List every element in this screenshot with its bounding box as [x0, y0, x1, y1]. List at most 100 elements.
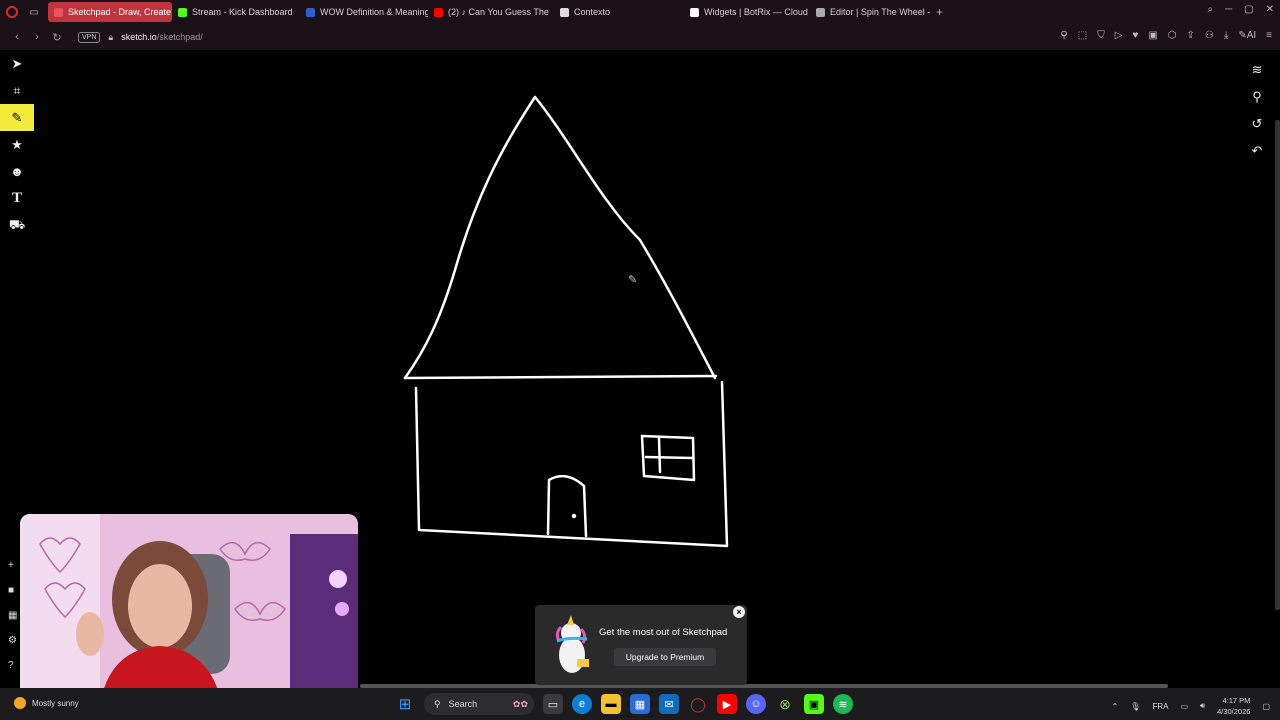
download-icon[interactable]: ⤓ — [1224, 30, 1228, 41]
tab-label: Sketchpad - Draw, Create — [68, 7, 172, 17]
fill-tool-icon[interactable]: ⛟ — [0, 212, 34, 239]
kick-favicon-icon — [178, 7, 187, 17]
forward-icon[interactable]: › — [28, 31, 46, 43]
new-tab-icon[interactable]: + — [936, 5, 943, 19]
notification-icon[interactable]: ▢ — [1262, 702, 1270, 711]
xbox-icon[interactable]: ⊗ — [775, 694, 795, 714]
search-tabs-icon[interactable]: ⌕ — [1207, 4, 1213, 15]
pen-tool-icon[interactable]: ✎ — [0, 104, 34, 131]
history-icon[interactable]: ↺ — [1244, 110, 1270, 137]
monitor-icon[interactable]: ▭ — [1180, 702, 1188, 711]
youtube-favicon-icon — [434, 7, 443, 17]
tab-contexto[interactable]: Contexto — [554, 2, 684, 22]
heart-icon[interactable]: ♥ — [1132, 30, 1138, 41]
layers-icon[interactable]: ≋ — [1244, 56, 1270, 83]
clock[interactable]: 4:17 PM 4/30/2026 — [1217, 695, 1250, 717]
vertical-scrollbar[interactable] — [1275, 120, 1280, 610]
roof-base-line — [403, 374, 718, 380]
reload-icon[interactable]: ↻ — [48, 31, 66, 44]
tab-menu-icon[interactable]: ▭ — [24, 7, 44, 18]
premium-popup: Get the most out of Sketchpad Upgrade to… — [535, 605, 747, 685]
address-bar: ‹ › ↻ VPN 🔒︎ sketch.io/sketchpad/ ⚲ ⬚ ⛉ … — [0, 24, 1280, 50]
wheel-favicon-icon — [816, 7, 825, 17]
store-icon[interactable]: ▦ — [630, 694, 650, 714]
kick-icon[interactable]: ▣ — [804, 694, 824, 714]
tab-sketchpad[interactable]: Sketchpad - Draw, Create — [48, 2, 172, 22]
lock-icon[interactable]: 🔒︎ — [108, 32, 113, 43]
unicorn-mascot-icon — [555, 615, 589, 673]
clock-date: 4/30/2026 — [1217, 707, 1251, 716]
file-explorer-icon[interactable]: ▬ — [601, 694, 621, 714]
tab-label: Stream - Kick Dashboard — [192, 7, 293, 17]
window-crossbar-vertical — [657, 436, 662, 474]
weather-widget[interactable]: Mostly sunny — [14, 697, 79, 709]
chevron-up-icon[interactable]: ⌃ — [1112, 702, 1119, 711]
calendar-icon[interactable]: ▦ — [8, 610, 17, 621]
close-window-icon[interactable]: ✕ — [1266, 4, 1274, 15]
tab-wow-definition[interactable]: WOW Definition & Meaning — [300, 2, 428, 22]
opera-icon[interactable]: ◯ — [688, 694, 708, 714]
emoji-tool-icon[interactable]: ☻ — [0, 158, 34, 185]
shield-icon[interactable]: ⛉ — [1097, 30, 1105, 41]
snapshot-icon[interactable]: ⬚ — [1078, 30, 1087, 41]
url-path: /sketchpad/ — [156, 32, 203, 42]
task-view-icon[interactable]: ▭ — [543, 694, 563, 714]
select-tool-icon[interactable]: ➤ — [0, 50, 34, 77]
extension-icon[interactable]: ⬡ — [1168, 30, 1177, 41]
windows-taskbar: Mostly sunny ⊞ ⚲ Search ✿✿ ▭ e ▬ ▦ ✉ ◯ ▶… — [0, 688, 1280, 720]
dictionary-favicon-icon — [306, 7, 315, 17]
undo-icon[interactable]: ↶ — [1244, 137, 1270, 164]
language-indicator[interactable]: FRA — [1152, 702, 1168, 711]
tab-spin-the-wheel[interactable]: Editor | Spin The Wheel - — [810, 2, 932, 22]
clock-time: 4:17 PM — [1222, 696, 1251, 705]
opera-logo-icon[interactable] — [0, 0, 24, 24]
url-field[interactable]: sketch.io/sketchpad/ — [121, 32, 203, 42]
share-icon[interactable]: ⇪ — [1187, 30, 1195, 41]
back-icon[interactable]: ‹ — [8, 31, 26, 43]
search-icon[interactable]: ⚲ — [1244, 83, 1270, 110]
settings-icon[interactable]: ⚙ — [8, 635, 17, 646]
taskbar-search[interactable]: ⚲ Search ✿✿ — [424, 693, 534, 715]
ai-label: AI — [1246, 30, 1257, 41]
vpn-badge[interactable]: VPN — [78, 31, 101, 43]
pin-icon[interactable]: ⚲ — [1060, 30, 1067, 41]
crop-tool-icon[interactable]: ⌗ — [0, 77, 34, 104]
minimize-icon[interactable]: ─ — [1225, 4, 1232, 15]
sketchpad-favicon-icon — [54, 7, 63, 17]
edge-icon[interactable]: e — [572, 694, 592, 714]
flowers-icon: ✿✿ — [512, 698, 528, 709]
add-icon[interactable]: + — [8, 560, 17, 571]
contexto-favicon-icon — [560, 7, 569, 17]
tab-kick-dashboard[interactable]: Stream - Kick Dashboard — [172, 2, 300, 22]
url-host: sketch.io — [121, 32, 157, 42]
stamp-tool-icon[interactable]: ★ — [0, 131, 34, 158]
upgrade-premium-button[interactable]: Upgrade to Premium — [614, 648, 716, 666]
browser-tab-bar: ▭ Sketchpad - Draw, Create Stream - Kick… — [0, 0, 1280, 24]
webcam-overlay — [20, 514, 358, 704]
tab-youtube[interactable]: (2) ♪ Can You Guess The — [428, 2, 554, 22]
volume-icon[interactable]: 🔊︎ — [1200, 701, 1205, 711]
discord-icon[interactable]: ☺ — [746, 694, 766, 714]
search-icon: ⚲ — [434, 698, 441, 709]
square-icon[interactable]: ■ — [8, 585, 17, 596]
tab-botrix[interactable]: Widgets | BotRix — Cloud — [684, 2, 810, 22]
text-tool-icon[interactable]: T — [0, 185, 34, 212]
house-walls — [414, 380, 729, 548]
microphone-icon[interactable]: 🎙︎ — [1130, 702, 1140, 711]
spotify-icon[interactable]: ≋ — [833, 694, 853, 714]
tab-label: Editor | Spin The Wheel - — [830, 7, 931, 17]
door-knob — [571, 513, 577, 519]
youtube-icon[interactable]: ▶ — [717, 694, 737, 714]
outlook-icon[interactable]: ✉ — [659, 694, 679, 714]
help-icon[interactable]: ? — [8, 660, 17, 671]
windows-start-icon[interactable]: ⊞ — [395, 694, 415, 714]
ai-button[interactable]: ✎AI — [1238, 30, 1256, 41]
close-popup-icon[interactable]: × — [733, 606, 745, 618]
maximize-icon[interactable]: ▢ — [1244, 4, 1253, 15]
cube-icon[interactable]: ▣ — [1148, 30, 1157, 41]
profile-icon[interactable]: ⚇ — [1205, 30, 1214, 41]
webcam-image — [20, 514, 358, 704]
play-icon[interactable]: ▷ — [1115, 30, 1123, 41]
sun-icon — [14, 697, 26, 709]
menu-icon[interactable]: ≡ — [1266, 30, 1272, 41]
